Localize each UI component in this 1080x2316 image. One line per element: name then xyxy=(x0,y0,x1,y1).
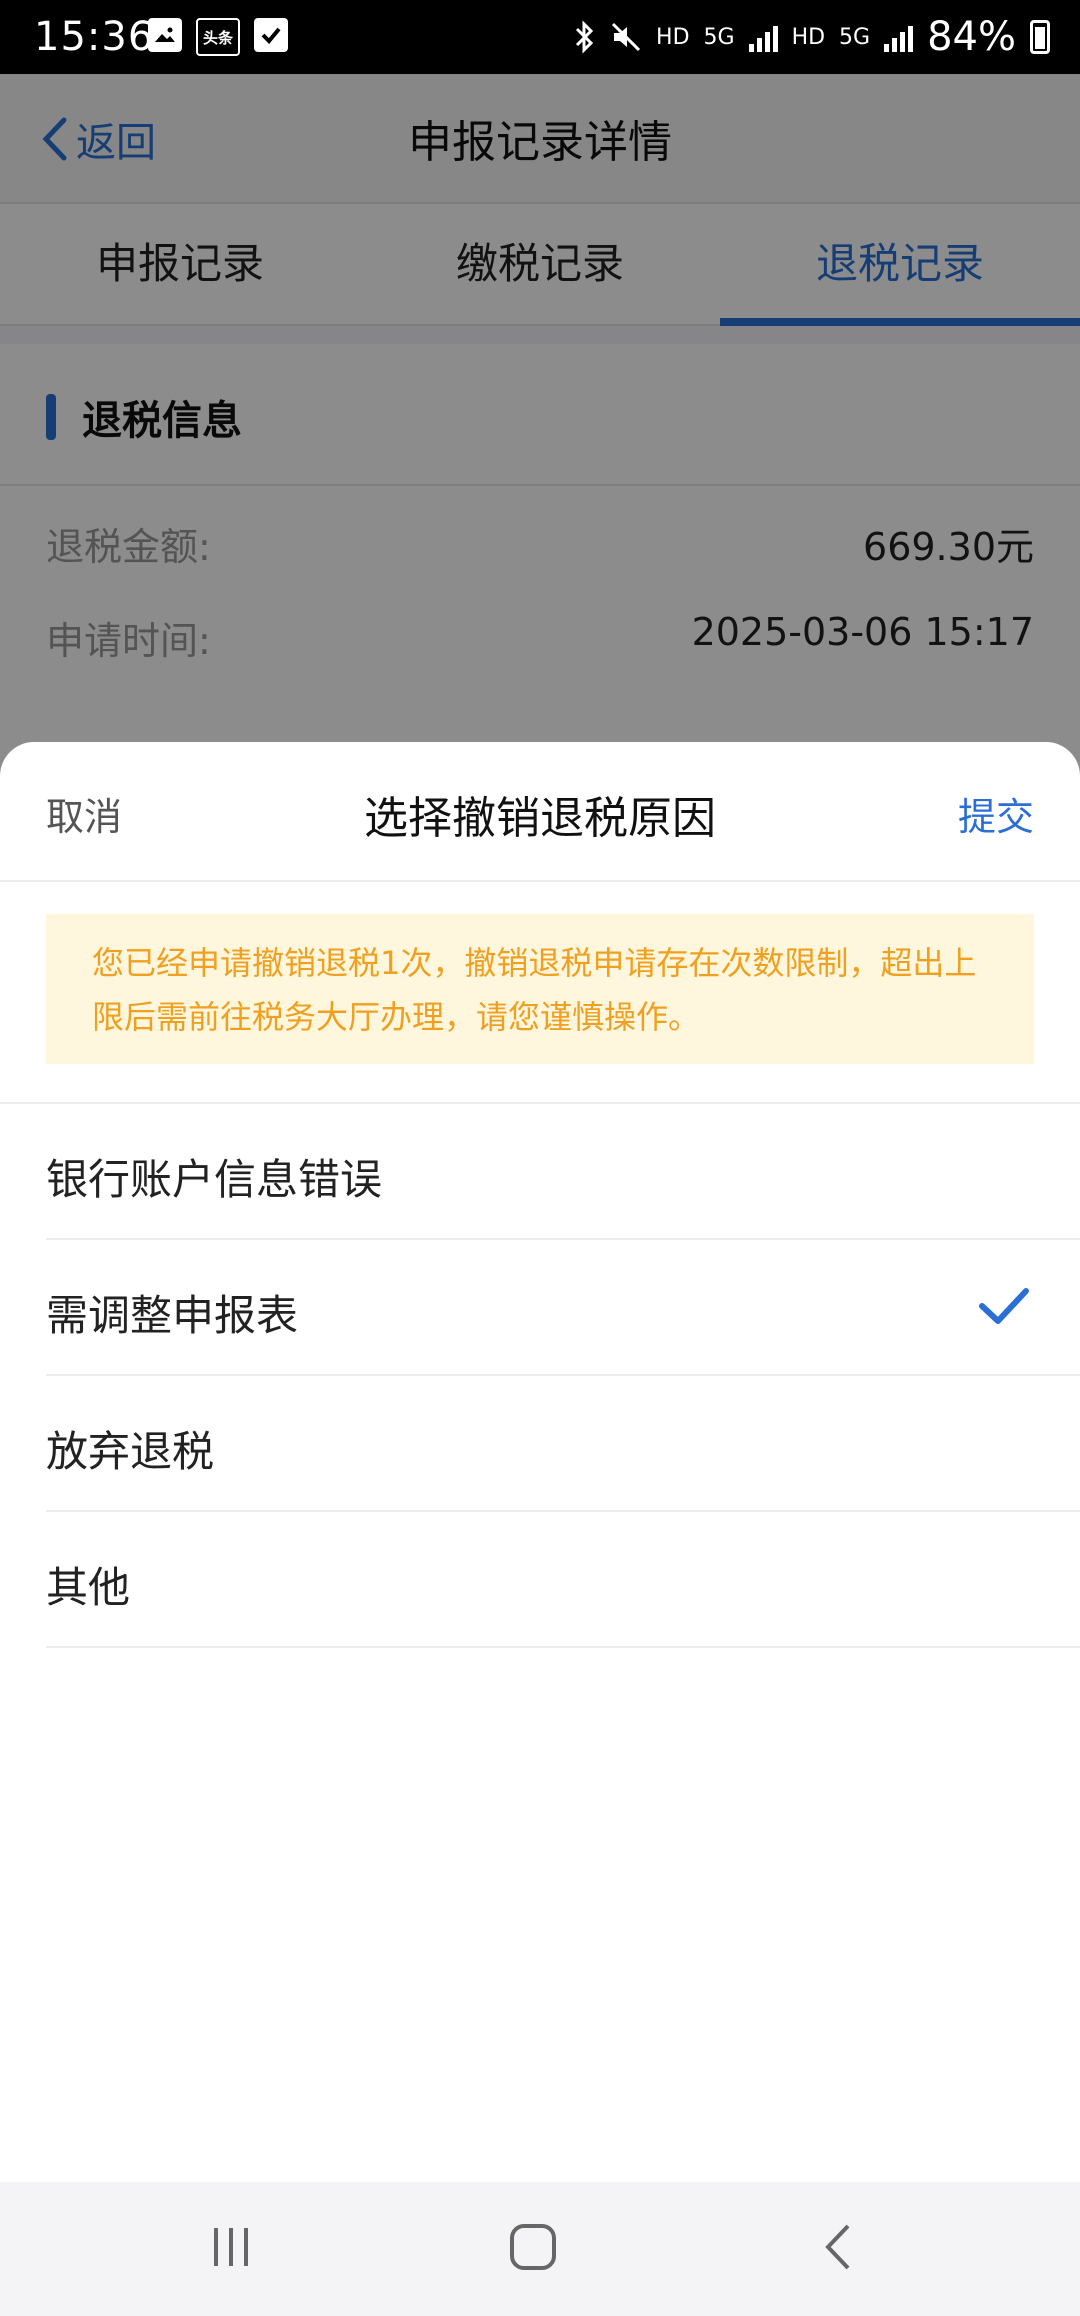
checkmark-icon xyxy=(979,1288,1029,1324)
submit-button[interactable]: 提交 xyxy=(958,786,1034,841)
status-bar: 15:36 头条 HD 5G HD 5G 84% xyxy=(0,0,1080,74)
mute-icon xyxy=(611,22,641,52)
option-label: 需调整申报表 xyxy=(46,1291,299,1340)
option-other[interactable]: 其他 xyxy=(46,1512,1080,1648)
bluetooth-icon xyxy=(575,20,594,54)
network-5g-2: 5G xyxy=(839,24,871,50)
sheet-header: 取消 选择撤销退税原因 提交 xyxy=(0,742,1080,882)
system-nav-bar xyxy=(0,2182,1080,2316)
option-give-up-refund[interactable]: 放弃退税 xyxy=(46,1376,1080,1512)
battery-percent: 84% xyxy=(927,14,1016,60)
reason-bottom-sheet: 取消 选择撤销退税原因 提交 您已经申请撤销退税1次，撤销退税申请存在次数限制，… xyxy=(0,742,1080,2182)
back-icon[interactable] xyxy=(818,2222,858,2272)
hd-label-2: HD xyxy=(791,24,826,50)
signal-icon-2 xyxy=(884,22,914,52)
battery-icon xyxy=(1030,20,1050,54)
status-right: HD 5G HD 5G 84% xyxy=(574,14,1050,60)
reason-options: 银行账户信息错误 需调整申报表 放弃退税 其他 xyxy=(46,1104,1080,1648)
option-adjust-declaration[interactable]: 需调整申报表 xyxy=(46,1240,1080,1376)
home-icon[interactable] xyxy=(508,2222,558,2272)
gallery-icon xyxy=(148,18,182,52)
notification-icons: 头条 xyxy=(148,18,288,56)
option-label: 其他 xyxy=(46,1563,131,1612)
check-icon xyxy=(254,18,288,52)
signal-icon-1 xyxy=(748,22,778,52)
hd-label-1: HD xyxy=(656,24,690,50)
option-label: 放弃退税 xyxy=(46,1427,215,1476)
option-label: 银行账户信息错误 xyxy=(46,1155,383,1204)
status-time: 15:36 xyxy=(34,14,155,60)
option-bank-account-error[interactable]: 银行账户信息错误 xyxy=(46,1104,1080,1240)
toutiao-text: 头条 xyxy=(202,28,233,47)
recent-apps-icon[interactable] xyxy=(206,2222,256,2272)
warning-notice: 您已经申请撤销退税1次，撤销退税申请存在次数限制，超出上限后需前往税务大厅办理，… xyxy=(46,914,1034,1064)
toutiao-icon: 头条 xyxy=(196,18,240,56)
network-5g-1: 5G xyxy=(703,24,735,50)
sheet-title: 选择撤销退税原因 xyxy=(364,793,716,844)
